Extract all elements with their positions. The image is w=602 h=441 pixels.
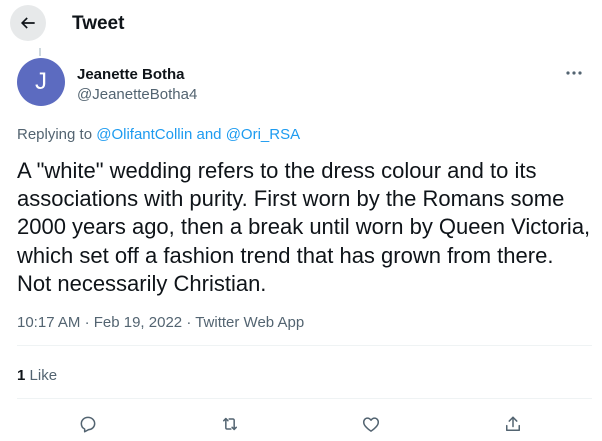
mention-link-olifantcollin[interactable]: @OlifantCollin — [96, 126, 192, 143]
replying-conjunction: and — [196, 126, 222, 143]
replying-prefix: Replying to — [17, 126, 93, 143]
mention-link-ori-rsa[interactable]: @Ori_RSA — [226, 126, 300, 143]
tweet-text: A "white" wedding refers to the dress co… — [17, 158, 591, 296]
like-button[interactable] — [357, 412, 385, 436]
divider — [17, 398, 592, 399]
more-options-button[interactable] — [560, 63, 588, 83]
share-icon — [503, 414, 523, 434]
author-name[interactable]: Jeanette Botha — [77, 66, 185, 84]
like-count: 1 — [17, 367, 26, 384]
meta-separator: · — [186, 314, 192, 331]
divider — [17, 345, 592, 346]
retweet-icon — [219, 414, 241, 434]
tweet-date[interactable]: Feb 19, 2022 — [94, 314, 182, 331]
back-button[interactable] — [10, 5, 46, 41]
arrow-left-icon — [18, 13, 38, 33]
tweet-metadata: 10:17 AM · Feb 19, 2022 · Twitter Web Ap… — [17, 314, 304, 332]
avatar-letter: J — [35, 68, 47, 95]
like-icon — [361, 414, 381, 434]
thread-connector-line — [39, 48, 41, 56]
tweet-time[interactable]: 10:17 AM — [17, 314, 80, 331]
more-dots-icon — [565, 70, 583, 76]
share-button[interactable] — [499, 412, 527, 436]
retweet-button[interactable] — [216, 412, 244, 436]
like-label: Like — [29, 367, 58, 384]
page-title: Tweet — [72, 13, 125, 34]
likes-count-link[interactable]: 1 Like — [17, 367, 57, 385]
avatar[interactable]: J — [17, 58, 65, 106]
source-app[interactable]: Twitter Web App — [195, 314, 304, 331]
replying-to: Replying to @OlifantCollin and @Ori_RSA — [17, 126, 300, 144]
header-bar: Tweet — [0, 0, 600, 48]
reply-button[interactable] — [74, 412, 102, 436]
meta-separator: · — [84, 314, 90, 331]
reply-icon — [78, 414, 98, 434]
author-handle[interactable]: @JeanetteBotha4 — [77, 86, 197, 104]
